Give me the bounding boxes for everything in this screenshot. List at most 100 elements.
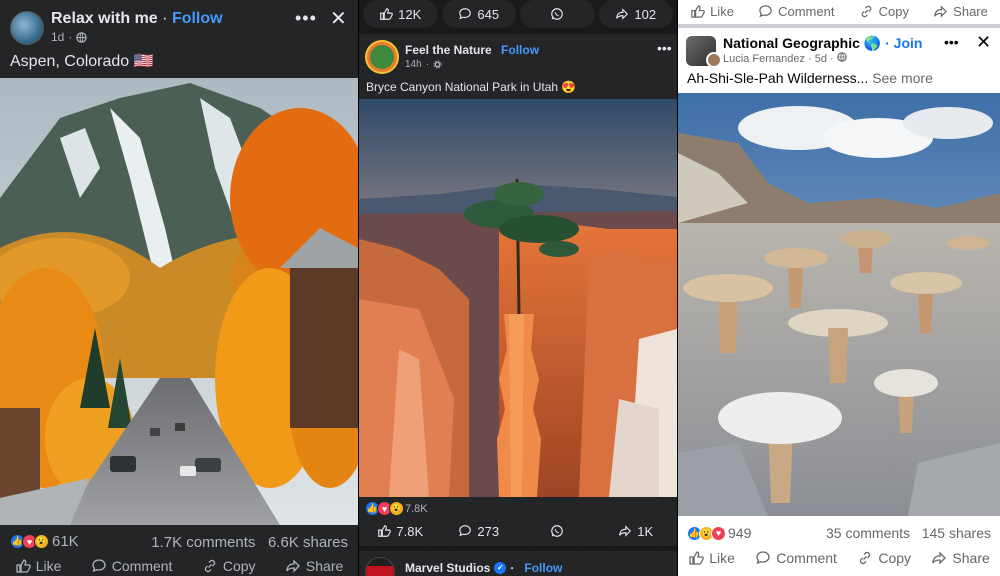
shares-count[interactable]: 145 shares xyxy=(922,525,991,541)
share-label: Share xyxy=(305,558,344,574)
like-pill[interactable]: 12K xyxy=(363,0,438,28)
like-label: Like xyxy=(35,558,62,574)
like-label: Like xyxy=(709,550,735,566)
follow-button[interactable]: Follow xyxy=(524,561,562,575)
comment-label: Comment xyxy=(776,550,837,566)
globe-icon xyxy=(76,31,88,43)
whatsapp-pill[interactable] xyxy=(520,0,595,28)
author-name[interactable]: Relax with me xyxy=(51,10,158,27)
shares-count: 1K xyxy=(637,523,654,539)
comment-pill[interactable]: 273 xyxy=(441,517,516,545)
post-natgeo: Like Comment Copy Share National Geograp… xyxy=(678,0,1000,576)
more-options-icon[interactable]: ••• xyxy=(295,8,317,29)
like-pill[interactable]: 7.8K xyxy=(363,517,438,545)
comments-count[interactable]: 35 comments xyxy=(826,525,910,541)
comment-button[interactable]: Comment xyxy=(758,4,834,19)
like-icon xyxy=(691,4,705,18)
comment-icon xyxy=(459,8,472,20)
join-button[interactable]: · Join xyxy=(885,35,922,51)
like-icon xyxy=(689,551,705,565)
close-icon[interactable]: ✕ xyxy=(976,32,991,53)
likes-count: 12K xyxy=(398,6,422,22)
verified-icon: ✓ xyxy=(494,562,507,574)
follow-button[interactable]: Follow xyxy=(501,43,539,57)
share-icon xyxy=(616,8,629,20)
like-icon xyxy=(16,559,31,573)
author-line: Relax with me · Follow xyxy=(51,10,223,28)
globe-icon xyxy=(836,52,847,62)
avatar[interactable] xyxy=(10,11,44,45)
author-name[interactable]: Marvel Studios xyxy=(405,561,490,575)
feed-screen: Relax with me · Follow 1d · ••• ✕ Aspen,… xyxy=(0,0,1000,576)
comment-icon xyxy=(459,525,472,537)
like-icon xyxy=(378,525,392,537)
copy-label: Copy xyxy=(222,558,256,574)
post-card: Feel the Nature Follow 14h · ••• Bryce C… xyxy=(359,34,677,546)
reactions-summary[interactable]: 👍 ♥ 😮 61K xyxy=(10,533,79,550)
page-avatar[interactable] xyxy=(365,557,395,576)
post-image-bryce[interactable] xyxy=(359,99,677,497)
share-pill[interactable]: 102 xyxy=(598,0,673,28)
comment-label: Comment xyxy=(778,3,835,19)
copy-button[interactable]: Copy xyxy=(859,4,909,19)
wow-reaction-icon: 😮 xyxy=(34,534,49,549)
post-caption: Aspen, Colorado 🇺🇸 xyxy=(10,53,154,70)
more-options-icon[interactable]: ••• xyxy=(657,40,672,56)
post-aspen: Relax with me · Follow 1d · ••• ✕ Aspen,… xyxy=(0,0,358,576)
whatsapp-icon xyxy=(551,525,564,537)
marvel-logo-icon xyxy=(366,566,394,576)
comment-pill[interactable]: 645 xyxy=(441,0,516,28)
post-image-aspen[interactable] xyxy=(0,78,358,525)
share-icon xyxy=(932,551,947,565)
copy-button[interactable]: Copy xyxy=(202,558,256,574)
previous-post-action-bar: 12K 645 102 xyxy=(359,0,677,28)
see-more-link[interactable]: See more xyxy=(872,70,933,86)
avatar[interactable] xyxy=(706,52,722,68)
share-button[interactable]: Share xyxy=(933,4,988,19)
author-meta[interactable]: Lucia Fernandez · 5d · xyxy=(723,53,834,65)
comment-button[interactable]: Comment xyxy=(755,550,837,566)
comment-icon xyxy=(759,4,772,17)
share-label: Share xyxy=(952,550,990,566)
share-button[interactable]: Share xyxy=(931,550,990,566)
separator: · xyxy=(510,561,515,575)
divider xyxy=(678,24,1000,28)
reaction-icons: 👍 😮 ♥ xyxy=(687,525,726,541)
like-button[interactable]: Like xyxy=(688,550,735,566)
share-pill[interactable]: 1K xyxy=(598,517,673,545)
whatsapp-pill[interactable] xyxy=(520,517,595,545)
more-options-icon[interactable]: ••• xyxy=(944,34,959,50)
post-meta: 14h · xyxy=(405,59,442,70)
like-icon xyxy=(380,8,394,20)
reactions-summary[interactable]: 👍 😮 ♥ 949 xyxy=(687,525,751,541)
comment-button[interactable]: Comment xyxy=(91,558,173,574)
reactions-summary[interactable]: 👍 ♥ 😮 7.8K xyxy=(365,501,428,516)
author-line: Feel the Nature Follow xyxy=(405,43,539,57)
like-button[interactable]: Like xyxy=(690,4,734,19)
copy-icon xyxy=(204,559,215,573)
comment-icon xyxy=(756,551,770,565)
comment-label: Comment xyxy=(111,558,173,574)
comments-count[interactable]: 1.7K comments xyxy=(151,534,255,551)
group-name[interactable]: National Geographic 🌎 xyxy=(723,35,881,51)
copy-icon xyxy=(861,5,871,17)
share-icon xyxy=(934,4,948,18)
action-bar: Like Comment Copy Share xyxy=(0,558,358,574)
next-post-header: Marvel Studios ✓ · Follow xyxy=(359,551,677,576)
page-avatar[interactable] xyxy=(365,40,399,74)
follow-button[interactable]: Follow xyxy=(172,10,223,27)
post-time[interactable]: 1d xyxy=(51,30,64,44)
copy-label: Copy xyxy=(878,3,909,19)
share-button[interactable]: Share xyxy=(285,558,343,574)
comments-count: 645 xyxy=(477,6,500,22)
like-button[interactable]: Like xyxy=(15,558,62,574)
post-caption: Ah-Shi-Sle-Pah Wilderness... See more xyxy=(687,70,933,86)
author-name[interactable]: Feel the Nature xyxy=(405,43,492,57)
post-time[interactable]: 14h xyxy=(405,59,422,70)
comments-count: 273 xyxy=(477,523,500,539)
post-image-wilderness[interactable] xyxy=(678,93,1000,516)
engagement-counts: 35 comments 145 shares xyxy=(826,525,991,541)
close-icon[interactable]: ✕ xyxy=(330,6,347,31)
shares-count[interactable]: 6.6K shares xyxy=(268,534,348,551)
copy-button[interactable]: Copy xyxy=(857,550,911,566)
